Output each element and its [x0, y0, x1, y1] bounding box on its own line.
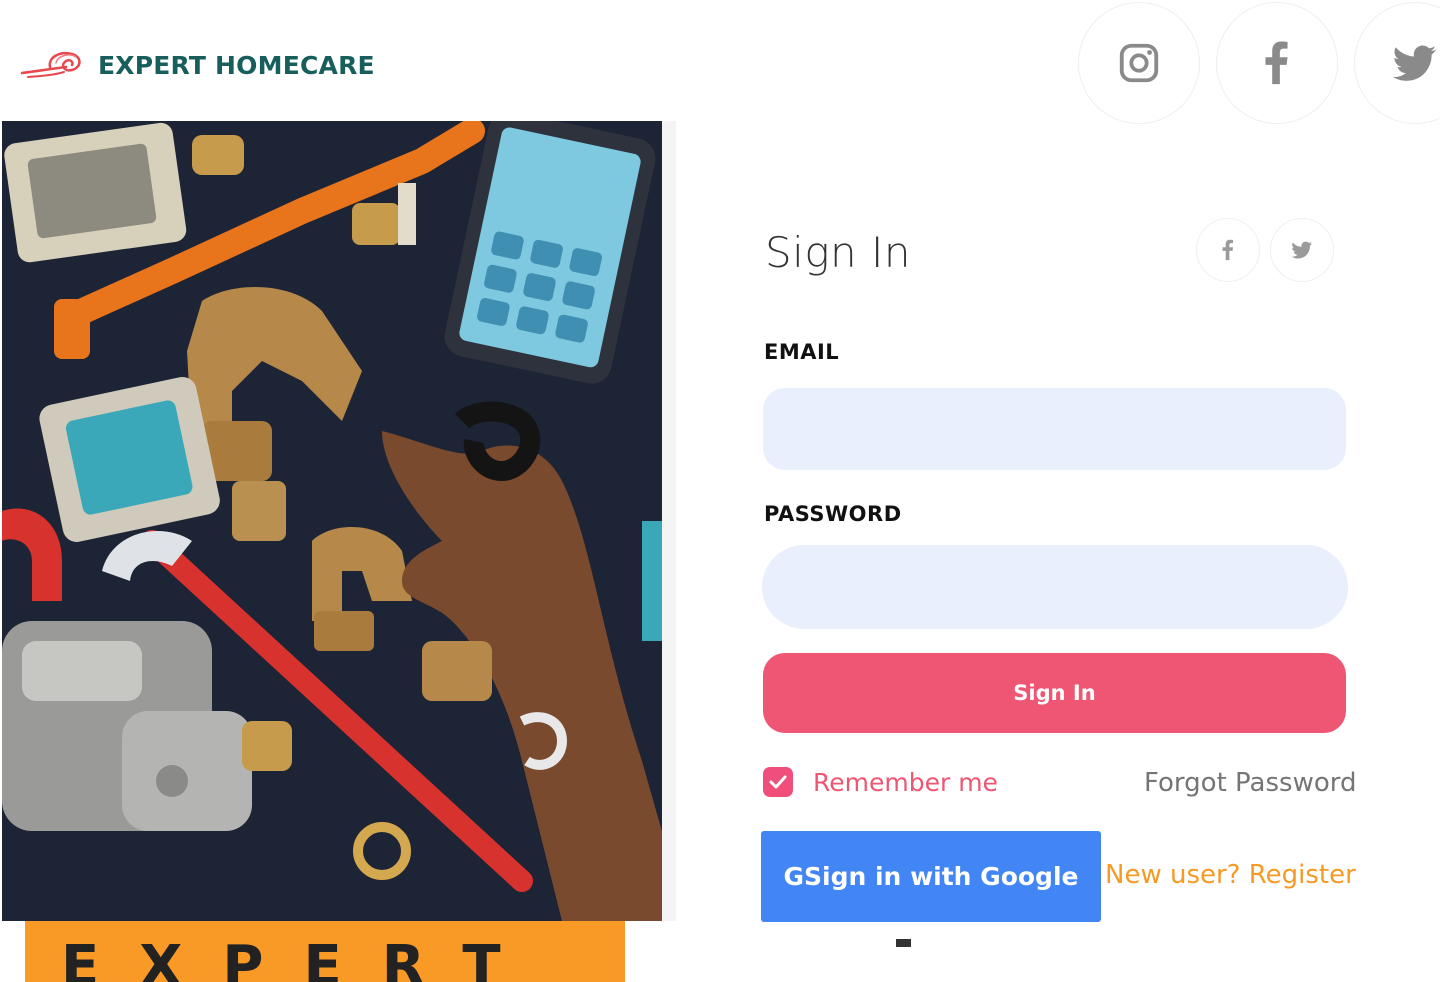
twitter-icon — [1291, 241, 1313, 259]
brand-name: EXPERT HOMECARE — [98, 50, 375, 80]
remember-me[interactable]: Remember me — [763, 767, 998, 797]
hero-image — [2, 121, 676, 921]
twitter-link[interactable] — [1354, 2, 1440, 124]
plumbing-tools-image — [2, 121, 676, 921]
signin-twitter-link[interactable] — [1270, 218, 1334, 282]
loading-indicator — [896, 939, 911, 947]
sign-in-button[interactable]: Sign In — [763, 653, 1346, 733]
register-link[interactable]: New user? Register — [1105, 860, 1356, 890]
signin-social-links — [1196, 218, 1334, 282]
password-field[interactable] — [762, 545, 1348, 629]
facebook-icon — [1265, 41, 1288, 85]
forgot-password-link[interactable]: Forgot Password — [1144, 768, 1356, 798]
email-label: EMAIL — [764, 340, 840, 364]
brand[interactable]: EXPERT HOMECARE — [20, 40, 375, 90]
facebook-link[interactable] — [1216, 2, 1338, 124]
remember-label: Remember me — [813, 767, 998, 797]
remember-checkbox[interactable] — [763, 767, 793, 797]
email-field[interactable] — [763, 388, 1346, 470]
hero-banner-text: EXPERT — [61, 934, 541, 982]
signin-facebook-link[interactable] — [1196, 218, 1260, 282]
facebook-icon — [1222, 239, 1234, 261]
swirl-logo-icon — [20, 52, 81, 78]
signin-title: Sign In — [765, 228, 912, 277]
instagram-link[interactable] — [1078, 2, 1200, 124]
password-label: PASSWORD — [764, 502, 902, 526]
twitter-icon — [1392, 45, 1437, 81]
hero-banner: EXPERT — [25, 921, 625, 982]
instagram-icon — [1119, 43, 1159, 83]
header-social-links — [1078, 2, 1440, 124]
checkmark-icon — [769, 775, 787, 789]
google-sign-in-button[interactable]: GSign in with Google — [761, 831, 1101, 922]
